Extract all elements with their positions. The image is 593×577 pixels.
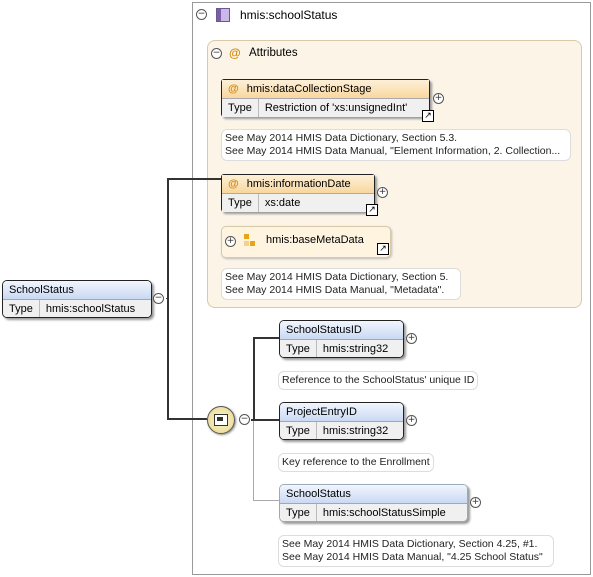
element-documentation: See May 2014 HMIS Data Dictionary, Secti… <box>278 535 554 567</box>
attributes-at-icon: @ <box>229 46 241 60</box>
link-icon[interactable]: ↗ <box>366 204 378 216</box>
attribute-documentation: See May 2014 HMIS Data Dictionary, Secti… <box>221 129 571 161</box>
type-key: Type <box>3 300 40 317</box>
attribute-information-date[interactable]: @ hmis:informationDate Type xs:date <box>221 174 375 212</box>
collapse-root-toggle[interactable]: − <box>153 293 164 304</box>
expand-attribute-toggle[interactable]: + <box>377 187 388 198</box>
doc-line: See May 2014 HMIS Data Dictionary, Secti… <box>225 132 458 144</box>
sequence-compositor-icon[interactable] <box>207 406 235 434</box>
attribute-group-documentation: See May 2014 HMIS Data Dictionary, Secti… <box>221 268 461 300</box>
type-value: Restriction of 'xs:unsignedInt' <box>264 102 408 114</box>
attribute-group-name: hmis:baseMetaData <box>266 234 364 246</box>
doc-line: See May 2014 HMIS Data Manual, "4.25 Sch… <box>282 551 543 563</box>
attribute-name: hmis:dataCollectionStage <box>246 83 372 95</box>
connector <box>253 500 279 501</box>
attributes-label: Attributes <box>249 47 298 59</box>
type-key: Type <box>222 99 259 117</box>
connector <box>167 178 221 180</box>
element-school-status-id[interactable]: SchoolStatusID Type hmis:string32 <box>279 320 404 358</box>
attribute-at-icon: @ <box>228 83 239 95</box>
complex-type-name: hmis:schoolStatus <box>240 8 338 22</box>
sequence-glyph-fill <box>217 417 223 421</box>
link-icon[interactable]: ↗ <box>377 243 389 255</box>
element-name: ProjectEntryID <box>280 403 403 422</box>
attribute-group-icon <box>244 234 256 248</box>
attribute-at-icon: @ <box>228 178 239 190</box>
expand-attribute-group-toggle[interactable]: + <box>225 236 236 247</box>
connector <box>253 419 279 421</box>
element-documentation: Key reference to the Enrollment <box>278 453 434 472</box>
root-element-school-status[interactable]: SchoolStatus Type hmis:schoolStatus <box>2 280 152 318</box>
connector <box>253 337 279 339</box>
attribute-data-collection-stage[interactable]: @ hmis:dataCollectionStage Type Restrictio… <box>221 79 430 117</box>
collapse-complex-type-toggle[interactable]: − <box>196 9 207 20</box>
expand-attribute-toggle[interactable]: + <box>433 93 444 104</box>
element-name: SchoolStatusID <box>280 321 403 340</box>
connector <box>253 421 254 500</box>
type-value: hmis:schoolStatusSimple <box>322 507 446 519</box>
element-name: SchoolStatus <box>3 281 151 300</box>
doc-line: See May 2014 HMIS Data Dictionary, Secti… <box>282 538 538 550</box>
type-key: Type <box>280 340 317 357</box>
connector <box>253 337 255 421</box>
collapse-sequence-toggle[interactable]: − <box>239 414 250 425</box>
link-icon[interactable]: ↗ <box>422 110 434 122</box>
doc-line: See May 2014 HMIS Data Manual, "Element … <box>225 145 561 157</box>
type-key: Type <box>280 504 317 521</box>
type-value: hmis:string32 <box>322 343 389 355</box>
type-value: hmis:string32 <box>322 425 389 437</box>
expand-element-toggle[interactable]: + <box>470 497 481 508</box>
element-school-status-simple[interactable]: SchoolStatus Type hmis:schoolStatusSimple <box>279 484 468 522</box>
type-key: Type <box>222 194 259 212</box>
connector <box>167 418 207 420</box>
expand-element-toggle[interactable]: + <box>406 415 417 426</box>
element-name: SchoolStatus <box>280 485 467 504</box>
element-project-entry-id[interactable]: ProjectEntryID Type hmis:string32 <box>279 402 404 440</box>
type-value: xs:date <box>264 197 301 209</box>
doc-line: See May 2014 HMIS Data Manual, "Metadata… <box>225 284 445 296</box>
type-value: hmis:schoolStatus <box>45 303 136 315</box>
type-key: Type <box>280 422 317 439</box>
doc-line: See May 2014 HMIS Data Dictionary, Secti… <box>225 271 449 283</box>
expand-element-toggle[interactable]: + <box>406 333 417 344</box>
element-documentation: Reference to the SchoolStatus' unique ID <box>278 371 479 390</box>
attribute-group-ref[interactable]: + hmis:baseMetaData ↗ <box>221 226 391 258</box>
complex-type-icon <box>216 8 230 22</box>
connector <box>167 178 169 420</box>
attribute-name: hmis:informationDate <box>246 178 351 190</box>
collapse-attributes-toggle[interactable]: − <box>211 48 222 59</box>
